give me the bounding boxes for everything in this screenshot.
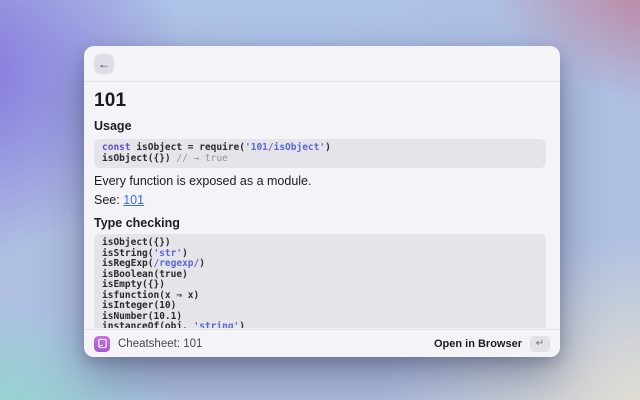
usage-heading: Usage <box>94 120 546 133</box>
code-line: isObject({}) // → true <box>102 154 538 165</box>
code-line: instanceOf(obj, 'string') <box>102 322 538 328</box>
back-button[interactable]: ← <box>94 54 114 74</box>
page-title: 101 <box>94 91 546 111</box>
return-key-icon[interactable]: ↵ <box>530 336 550 352</box>
description-text: Every function is exposed as a module. <box>94 175 546 188</box>
see-label: See: <box>94 193 120 207</box>
open-in-browser-button[interactable]: Open in Browser <box>434 338 522 350</box>
see-link[interactable]: 101 <box>123 193 144 207</box>
window-header: ← <box>84 46 560 82</box>
see-row: See: 101 <box>94 194 546 207</box>
return-glyph: ↵ <box>536 338 544 349</box>
notebook-icon <box>97 338 108 349</box>
code-line: isBoolean(true) <box>102 270 538 281</box>
desktop-background: { "colors": { "keyword_indigo": "#5a51d4… <box>0 0 640 400</box>
usage-code-block: const isObject = require('101/isObject')… <box>94 139 546 168</box>
type-checking-heading: Type checking <box>94 217 546 230</box>
content-scroll-area[interactable]: 101 Usage const isObject = require('101/… <box>84 82 560 328</box>
footer-source-label: Cheatsheet: 101 <box>118 338 202 350</box>
cheatsheet-window: ← 101 Usage const isObject = require('10… <box>84 46 560 357</box>
type-checking-code-block: isObject({})isString('str')isRegExp(/reg… <box>94 234 546 328</box>
window-footer: Cheatsheet: 101 Open in Browser ↵ <box>84 329 560 357</box>
cheatsheet-extension-icon <box>94 336 110 352</box>
arrow-left-icon: ← <box>98 57 110 71</box>
